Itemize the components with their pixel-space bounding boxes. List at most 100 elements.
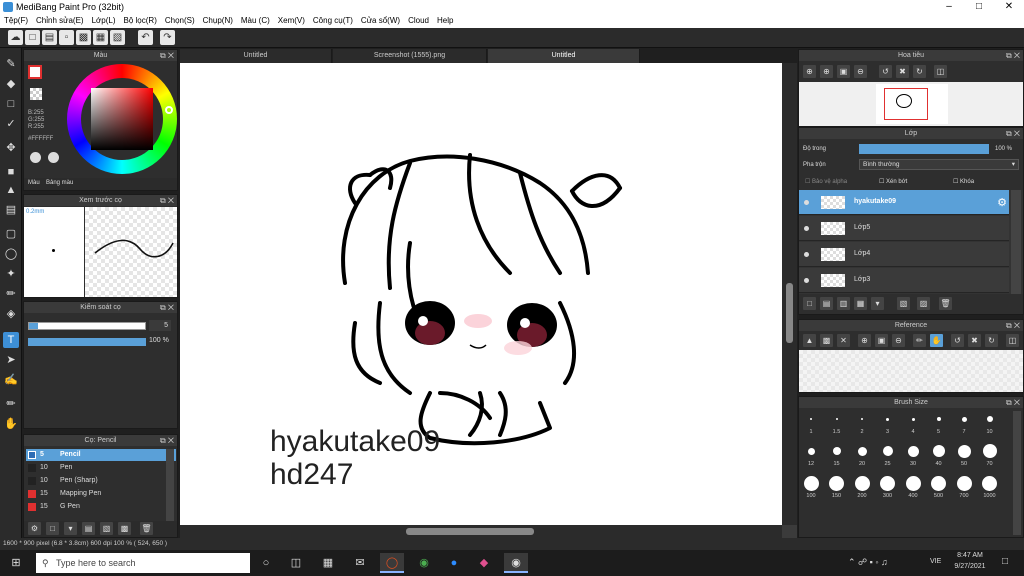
brush-item[interactable]: 15 Mapping Pen bbox=[26, 488, 176, 500]
panel-close-icon[interactable]: ⧉ ✕ bbox=[160, 50, 174, 61]
brush-opacity-slider[interactable] bbox=[28, 338, 146, 346]
eyedropper-tool-icon[interactable]: ✏ bbox=[3, 396, 19, 412]
brush-tool-icon[interactable]: ✎ bbox=[3, 56, 19, 72]
panel-close-icon[interactable]: ⧉ ✕ bbox=[1006, 50, 1020, 61]
panel-close-icon[interactable]: ⧉ ✕ bbox=[160, 195, 174, 206]
tab-screenshot[interactable]: Screenshot (1555).png bbox=[333, 49, 487, 63]
layer-menu-icon[interactable]: ▾ bbox=[871, 297, 884, 310]
brush-size-dot[interactable] bbox=[882, 446, 893, 456]
saturation-square[interactable] bbox=[91, 88, 153, 150]
fit-screen-icon[interactable]: ▣ bbox=[837, 65, 850, 78]
rotate-reset-icon[interactable]: ✖ bbox=[896, 65, 909, 78]
brush-size-dot[interactable] bbox=[861, 418, 863, 420]
reference-rotate-reset-icon[interactable]: ✖ bbox=[968, 334, 981, 347]
protect-alpha-checkbox[interactable]: ☐ Bảo vệ alpha bbox=[805, 178, 847, 185]
brush-size-dot[interactable] bbox=[854, 475, 870, 491]
hue-ring[interactable] bbox=[67, 64, 177, 174]
grid-icon[interactable]: ▦ bbox=[93, 30, 108, 45]
brush-item[interactable]: 10 Pen (Sharp) bbox=[26, 475, 176, 487]
save-icon[interactable]: ▩ bbox=[76, 30, 91, 45]
brush-size-dot[interactable] bbox=[932, 445, 945, 457]
brush-size-scrollbar[interactable] bbox=[1013, 411, 1021, 535]
chrome-icon[interactable]: ◉ bbox=[412, 553, 436, 573]
brush-size-dot[interactable] bbox=[957, 444, 971, 458]
visibility-icon[interactable] bbox=[804, 278, 809, 283]
new-file-icon[interactable]: □ bbox=[25, 30, 40, 45]
brush-item[interactable]: 15 G Pen bbox=[26, 501, 176, 513]
reference-add-icon[interactable]: ▲ bbox=[803, 334, 816, 347]
transparent-color-swatch[interactable] bbox=[30, 88, 42, 100]
rotate-left-icon[interactable]: ↺ bbox=[879, 65, 892, 78]
check-tool-icon[interactable]: ✓ bbox=[3, 116, 19, 132]
close-button[interactable]: ✕ bbox=[994, 0, 1024, 14]
windows-start-icon[interactable]: ⊞ bbox=[4, 553, 28, 573]
clock-date[interactable]: 9/27/2021 bbox=[950, 563, 990, 570]
store-icon[interactable]: ▦ bbox=[316, 553, 340, 573]
panel-close-icon[interactable]: ⧉ ✕ bbox=[1006, 128, 1020, 139]
reference-open-icon[interactable]: ▩ bbox=[820, 334, 833, 347]
lasso-tool-icon[interactable]: ◯ bbox=[3, 246, 19, 262]
fill-shape-tool-icon[interactable]: ■ bbox=[3, 164, 19, 180]
reference-rotate-right-icon[interactable]: ↻ bbox=[985, 334, 998, 347]
opera-icon[interactable]: ◯ bbox=[380, 553, 404, 573]
medibang-app-icon[interactable]: ◉ bbox=[504, 553, 528, 573]
vertical-scrollbar[interactable] bbox=[782, 63, 797, 525]
new-halftone-layer-icon[interactable]: ▤ bbox=[820, 297, 833, 310]
operation-tool-icon[interactable]: ➤ bbox=[3, 352, 19, 368]
flip-icon[interactable]: ◫ bbox=[934, 65, 947, 78]
visibility-icon[interactable] bbox=[804, 252, 809, 257]
blend-mode-select[interactable]: Bình thường ▾ bbox=[859, 159, 1019, 170]
mail-icon[interactable]: ✉ bbox=[348, 553, 372, 573]
eraser-tool-icon[interactable]: ◆ bbox=[3, 76, 19, 92]
panel-close-icon[interactable]: ⧉ ✕ bbox=[1006, 320, 1020, 331]
menu-help[interactable]: Help bbox=[433, 14, 457, 25]
menu-tools[interactable]: Công cụ(T) bbox=[309, 14, 357, 25]
zoom-out-icon[interactable]: ⊖ bbox=[854, 65, 867, 78]
reference-view[interactable] bbox=[799, 350, 1023, 392]
brush-size-dot[interactable] bbox=[835, 418, 838, 420]
notification-icon[interactable]: □ bbox=[1002, 556, 1008, 567]
cloud-icon[interactable]: ☁ bbox=[8, 30, 23, 45]
brush-import-icon[interactable]: ▾ bbox=[64, 522, 77, 535]
new-brush-icon[interactable]: □ bbox=[46, 522, 59, 535]
zoom-app-icon[interactable]: ● bbox=[442, 553, 466, 573]
brush-item[interactable]: 10 Pen bbox=[26, 462, 176, 474]
text-tool-icon[interactable]: T bbox=[3, 332, 19, 348]
brush-copy-icon[interactable]: ▤ bbox=[82, 522, 95, 535]
reference-zoom-out-icon[interactable]: ⊖ bbox=[892, 334, 905, 347]
paint-app-icon[interactable]: ◆ bbox=[472, 553, 496, 573]
brush-size-dot[interactable] bbox=[982, 475, 997, 491]
new-8bit-layer-icon[interactable]: ▥ bbox=[837, 297, 850, 310]
magic-wand-tool-icon[interactable]: ✦ bbox=[3, 266, 19, 282]
reference-flip-icon[interactable]: ◫ bbox=[1006, 334, 1019, 347]
comment-icon[interactable]: ▫ bbox=[59, 30, 74, 45]
cortana-icon[interactable]: ○ bbox=[254, 553, 278, 573]
brush-size-dot[interactable] bbox=[886, 417, 889, 421]
panel-close-icon[interactable]: ⧉ ✕ bbox=[160, 435, 174, 446]
horizontal-scrollbar[interactable] bbox=[180, 525, 782, 538]
new-layer-icon[interactable]: □ bbox=[803, 297, 816, 310]
color-history-icon[interactable] bbox=[48, 152, 59, 163]
panel-close-icon[interactable]: ⧉ ✕ bbox=[160, 302, 174, 313]
brush-size-dot[interactable] bbox=[936, 417, 941, 421]
layer-row[interactable]: Lớp5 bbox=[799, 216, 1009, 241]
brush-size-dot[interactable] bbox=[986, 416, 993, 422]
reference-fit-icon[interactable]: ▣ bbox=[875, 334, 888, 347]
add-brush-icon[interactable]: ⚙ bbox=[28, 522, 41, 535]
clipping-checkbox[interactable]: ☐ Xén bớt bbox=[879, 178, 907, 185]
hue-handle[interactable] bbox=[165, 106, 173, 114]
select-eraser-tool-icon[interactable]: ◈ bbox=[3, 306, 19, 322]
layer-row[interactable]: hyakutake09 ⚙ bbox=[799, 190, 1009, 215]
brush-size-dot[interactable] bbox=[931, 475, 946, 491]
zoom-fit-icon[interactable]: ⊕ bbox=[820, 65, 833, 78]
brush-size-dot[interactable] bbox=[961, 416, 967, 422]
minimize-button[interactable]: – bbox=[934, 0, 964, 14]
menu-cloud[interactable]: Cloud bbox=[404, 14, 433, 25]
taskbar-search-input[interactable]: ⚲ Type here to search bbox=[36, 553, 250, 573]
tab-untitled-2[interactable]: Untitled bbox=[488, 49, 640, 63]
visibility-icon[interactable] bbox=[804, 226, 809, 231]
visibility-icon[interactable] bbox=[804, 200, 809, 205]
layer-row[interactable]: Lớp4 bbox=[799, 242, 1009, 267]
panel-close-icon[interactable]: ⧉ ✕ bbox=[1006, 397, 1020, 408]
brush-duplicate-icon[interactable]: ▧ bbox=[100, 522, 113, 535]
